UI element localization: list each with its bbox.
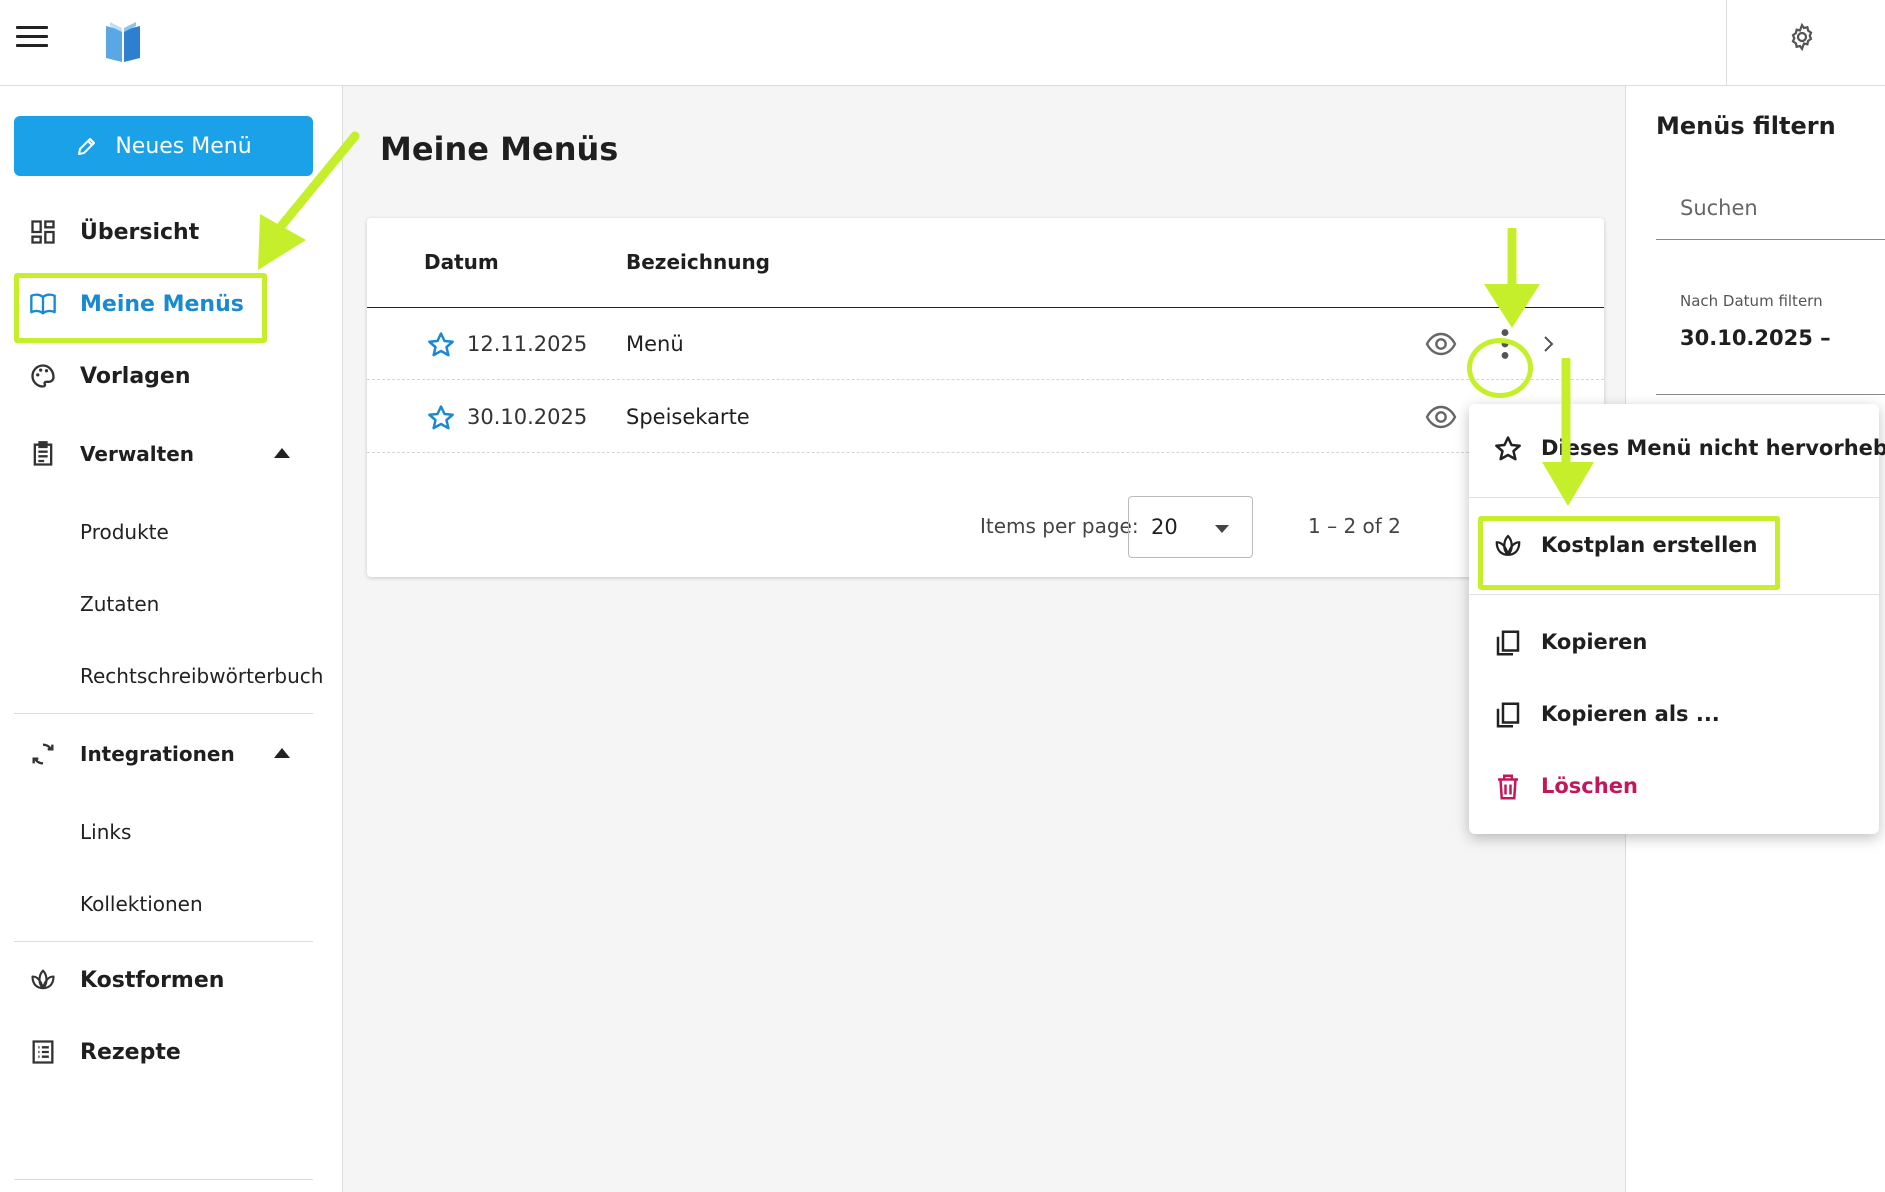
row-name: Menü	[626, 332, 684, 356]
column-header-datum[interactable]: Datum	[424, 250, 499, 274]
sidebar-item-label: Integrationen	[80, 742, 235, 766]
page-title: Meine Menüs	[380, 130, 619, 168]
caret-up-icon[interactable]	[274, 748, 290, 758]
list-icon	[28, 1037, 58, 1067]
row-name: Speisekarte	[626, 405, 750, 429]
new-menu-label: Neues Menü	[115, 133, 252, 159]
star-outline-icon[interactable]	[426, 330, 456, 360]
date-filter-underline	[1656, 394, 1885, 395]
menu-item-label: Löschen	[1541, 774, 1638, 798]
open-book-icon	[28, 289, 58, 319]
sidebar-item-label: Verwalten	[80, 442, 195, 466]
menu-item-loeschen[interactable]: Löschen	[1469, 756, 1879, 818]
caret-up-icon[interactable]	[274, 448, 290, 458]
eye-icon[interactable]	[1423, 328, 1459, 360]
sidebar-item-label: Rezepte	[80, 1039, 181, 1065]
star-outline-icon	[1495, 436, 1521, 461]
sync-icon	[28, 739, 58, 769]
sidebar-divider	[14, 1179, 313, 1180]
sidebar-subitem-produkte[interactable]: Produkte	[80, 520, 169, 544]
sidebar-item-label: Vorlagen	[80, 363, 191, 389]
menu-item-label: Kostplan erstellen	[1541, 533, 1758, 557]
sidebar: Neues Menü Übersicht Meine Menüs Vorlage…	[0, 86, 343, 1192]
items-per-page-label: Items per page:	[980, 514, 1139, 538]
menu-item-kopieren-als[interactable]: Kopieren als ...	[1469, 684, 1879, 746]
search-field[interactable]	[1656, 182, 1885, 240]
sidebar-item-label: Meine Menüs	[80, 291, 244, 317]
trash-icon	[1498, 774, 1518, 800]
row-context-menu: Dieses Menü nicht hervorheben Kostplan e…	[1469, 404, 1885, 834]
sidebar-subitem-rechtschreibwoerterbuch[interactable]: Rechtschreibwörterbuch	[80, 664, 323, 688]
menu-item-label: Dieses Menü nicht hervorheben	[1541, 436, 1885, 460]
items-per-page-select[interactable]: 20	[1128, 496, 1253, 558]
filter-title: Menüs filtern	[1656, 112, 1836, 140]
date-filter-label: Nach Datum filtern	[1680, 292, 1823, 310]
hamburger-icon[interactable]	[16, 26, 48, 52]
sidebar-subitem-zutaten[interactable]: Zutaten	[80, 592, 159, 616]
sidebar-item-uebersicht[interactable]: Übersicht	[0, 202, 343, 262]
items-per-page-value: 20	[1151, 515, 1178, 539]
menu-item-kostplan-erstellen[interactable]: Kostplan erstellen	[1469, 515, 1879, 577]
chevron-right-icon[interactable]	[1539, 332, 1559, 356]
sidebar-item-vorlagen[interactable]: Vorlagen	[0, 346, 343, 406]
sidebar-item-rezepte[interactable]: Rezepte	[0, 1022, 343, 1082]
row-date: 30.10.2025	[467, 405, 588, 429]
sidebar-item-meine-menus[interactable]: Meine Menüs	[0, 274, 343, 334]
pencil-icon	[78, 138, 96, 155]
sidebar-subitem-links[interactable]: Links	[80, 820, 131, 844]
column-header-bezeichnung[interactable]: Bezeichnung	[626, 250, 770, 274]
sidebar-divider	[14, 941, 313, 942]
new-menu-button[interactable]: Neues Menü	[14, 116, 313, 176]
palette-icon	[28, 361, 58, 391]
lotus-icon	[28, 965, 58, 995]
menu-separator	[1469, 594, 1879, 595]
table-row[interactable]: 30.10.2025 Speisekarte	[367, 381, 1604, 453]
sidebar-item-verwalten[interactable]: Verwalten	[0, 424, 343, 484]
eye-icon[interactable]	[1423, 401, 1459, 433]
sidebar-item-integrationen[interactable]: Integrationen	[0, 724, 343, 784]
search-input[interactable]	[1680, 196, 1880, 220]
sidebar-divider	[14, 713, 313, 714]
row-date: 12.11.2025	[467, 332, 588, 356]
menu-item-kopieren[interactable]: Kopieren	[1469, 612, 1879, 674]
pagination-range: 1 – 2 of 2	[1308, 514, 1401, 538]
sidebar-subitem-kollektionen[interactable]: Kollektionen	[80, 892, 203, 916]
dropdown-arrow-icon	[1215, 525, 1229, 533]
top-bar	[0, 0, 1885, 86]
dashboard-icon	[28, 217, 58, 247]
star-outline-icon[interactable]	[426, 403, 456, 433]
menu-item-unhighlight[interactable]: Dieses Menü nicht hervorheben	[1469, 418, 1885, 480]
menus-table-card: Datum Bezeichnung 12.11.2025 Menü 30.10.…	[367, 218, 1604, 577]
menu-separator	[1469, 497, 1879, 498]
sidebar-item-label: Übersicht	[80, 219, 200, 245]
copy-icon	[1496, 630, 1520, 656]
menu-item-label: Kopieren als ...	[1541, 702, 1720, 726]
table-row[interactable]: 12.11.2025 Menü	[367, 308, 1604, 380]
topbar-divider	[1726, 0, 1727, 86]
menu-item-label: Kopieren	[1541, 630, 1648, 654]
more-vert-icon[interactable]	[1487, 324, 1523, 364]
sidebar-item-label: Kostformen	[80, 967, 225, 993]
clipboard-icon	[28, 439, 58, 469]
gear-icon[interactable]	[1787, 22, 1817, 52]
sidebar-item-kostformen[interactable]: Kostformen	[0, 950, 343, 1010]
lotus-icon	[1495, 534, 1521, 556]
copy-icon	[1496, 702, 1520, 728]
book-logo-icon[interactable]	[100, 18, 146, 66]
date-filter-input[interactable]: 30.10.2025 –	[1680, 326, 1831, 350]
